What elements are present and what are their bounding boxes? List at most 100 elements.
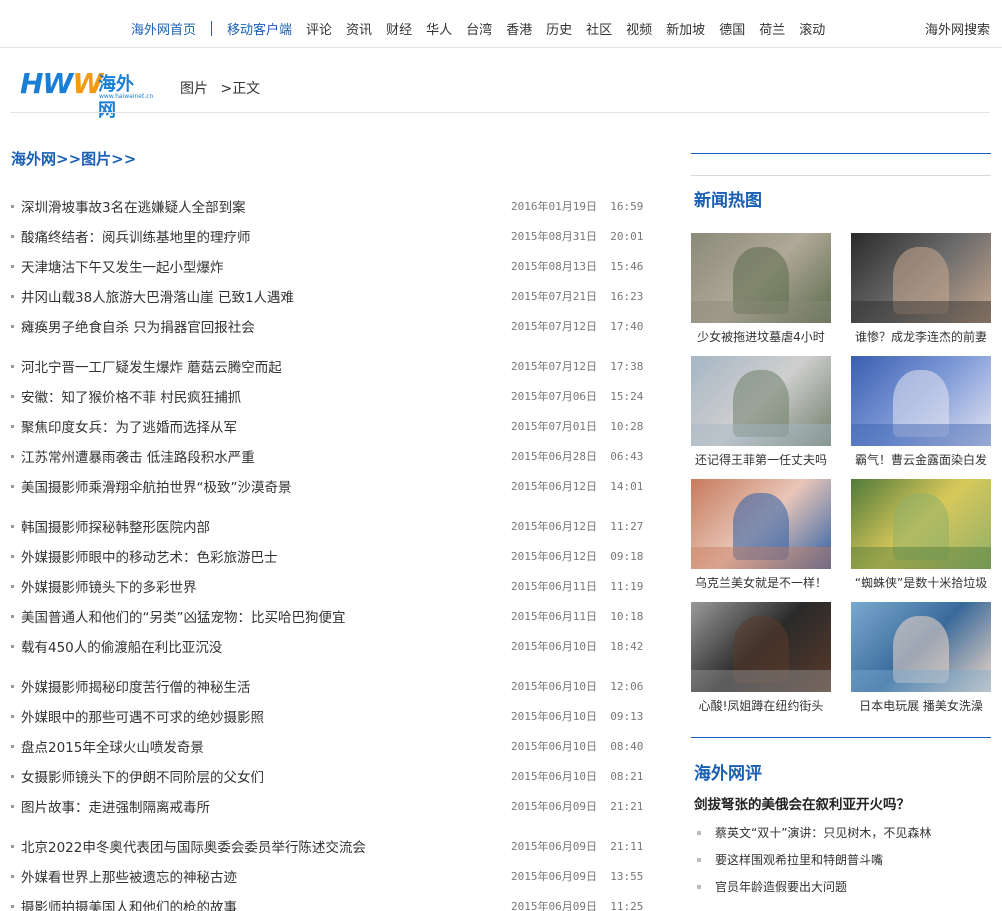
article-title-link[interactable]: 盘点2015年全球火山喷发奇景 [21, 736, 204, 756]
nav-item-singapore[interactable]: 新加坡 [666, 19, 705, 38]
image-shape [691, 300, 831, 323]
article-title-link[interactable]: 美国普通人和他们的“另类”凶猛宠物：比买哈巴狗便宜 [21, 606, 346, 626]
breadcrumb-pictures-link[interactable]: 图片 [180, 81, 208, 97]
article-row: 女摄影师镜头下的伊朗不同阶层的父女们 2015年06月10日 08:21 [11, 761, 644, 791]
bullet-icon [11, 324, 14, 328]
comment-item[interactable]: 蔡英文“双十”演讲：只见树木，不见森林 [697, 819, 987, 846]
logo-bar: HWW 海外网 www.haiwainet.cn 图片 >正文 [0, 49, 1002, 122]
hot-pic-image [691, 356, 831, 446]
site-search-link[interactable]: 海外网搜索 [925, 19, 990, 38]
article-date: 2015年08月31日 20:01 [511, 230, 644, 243]
nav-item-history[interactable]: 历史 [546, 19, 572, 38]
hot-pic-image [691, 479, 831, 569]
hot-pic-item[interactable]: 心酸!凤姐蹲在纽约街头 [691, 602, 831, 725]
article-date: 2015年06月09日 11:25 [511, 900, 644, 911]
article-title-link[interactable]: 女摄影师镜头下的伊朗不同阶层的父女们 [21, 766, 264, 786]
article-title-link[interactable]: 外媒摄影师揭秘印度苦行僧的神秘生活 [21, 676, 251, 696]
article-title-link[interactable]: 井冈山载38人旅游大巴滑落山崖 已致1人遇难 [21, 286, 294, 306]
article-title-link[interactable]: 摄影师拍摄美国人和他们的枪的故事 [21, 896, 237, 911]
nav-item-news[interactable]: 资讯 [346, 19, 372, 38]
article-list: 深圳滑坡事故3名在逃嫌疑人全部到案 2016年01月19日 16:59 酸痛终结者：… [11, 191, 644, 911]
hot-pic-caption: 乌克兰美女就是不一样！ [694, 576, 827, 590]
article-group: 外媒摄影师揭秘印度苦行僧的神秘生活 2015年06月10日 12:06 外媒眼中的那… [11, 671, 644, 821]
article-group: 北京2022申冬奥代表团与国际奥委会委员举行陈述交流会 2015年06月09日 2… [11, 831, 644, 911]
article-title-link[interactable]: 聚焦印度女兵：为了逃婚而选择从军 [21, 416, 237, 436]
bullet-icon [11, 424, 14, 428]
bullet-icon [11, 524, 14, 528]
bullet-icon [11, 264, 14, 268]
article-title-link[interactable]: 天津塘沽下午又发生一起小型爆炸 [21, 256, 224, 276]
comment-item[interactable]: 官员年龄造假要出大问题 [697, 873, 987, 900]
hot-pic-item[interactable]: 还记得王菲第一任丈夫吗 [691, 356, 831, 479]
nav-item-video[interactable]: 视频 [626, 19, 652, 38]
article-title-link[interactable]: 图片故事：走进强制隔离戒毒所 [21, 796, 210, 816]
comment-item[interactable]: 要这样围观希拉里和特朗普斗嘴 [697, 846, 987, 873]
section-pictures-link[interactable]: 图片 [81, 150, 111, 168]
bullet-icon [11, 554, 14, 558]
comment-top-rule [691, 737, 991, 738]
top-nav-items: 海外网首页 移动客户端 评论 资讯 财经 华人 台湾 香港 历史 社区 视频 新… [124, 19, 832, 38]
article-row: 聚焦印度女兵：为了逃婚而选择从军 2015年07月01日 10:28 [11, 411, 644, 441]
nav-item-finance[interactable]: 财经 [386, 19, 412, 38]
bullet-icon [11, 644, 14, 648]
bullet-icon [697, 857, 701, 862]
article-title-link[interactable]: 瘫痪男子绝食自杀 只为捐器官回报社会 [21, 316, 255, 336]
nav-item-netherlands[interactable]: 荷兰 [759, 19, 785, 38]
article-date: 2015年06月11日 10:18 [511, 610, 644, 623]
hot-pic-item[interactable]: 霸气！曹云金露面染白发 [851, 356, 991, 479]
comment-item-text: 蔡英文“双十”演讲：只见树木，不见森林 [715, 826, 932, 840]
comment-list: 蔡英文“双十”演讲：只见树木，不见森林 要这样围观希拉里和特朗普斗嘴 官员年龄造… [697, 819, 987, 900]
hot-pic-item[interactable]: 乌克兰美女就是不一样！ [691, 479, 831, 602]
article-row: 北京2022申冬奥代表团与国际奥委会委员举行陈述交流会 2015年06月09日 2… [11, 831, 643, 861]
article-row: 美国普通人和他们的“另类”凶猛宠物：比买哈巴狗便宜 2015年06月11日 10:… [11, 601, 644, 631]
article-title-link[interactable]: 外媒摄影师眼中的移动艺术：色彩旅游巴士 [21, 546, 278, 566]
hot-pic-item[interactable]: “蜘蛛侠”是数十米拾垃圾 [851, 479, 991, 602]
nav-item-comment[interactable]: 评论 [306, 19, 332, 38]
nav-item-community[interactable]: 社区 [586, 19, 612, 38]
article-row: 盘点2015年全球火山喷发奇景 2015年06月10日 08:40 [11, 731, 644, 761]
article-title-link[interactable]: 外媒看世界上那些被遗忘的神秘古迹 [21, 866, 237, 886]
article-title-link[interactable]: 韩国摄影师探秘韩整形医院内部 [21, 516, 210, 536]
nav-mobile-link[interactable]: 移动客户端 [227, 19, 292, 38]
nav-item-germany[interactable]: 德国 [719, 19, 745, 38]
article-date: 2015年06月10日 08:40 [511, 740, 644, 753]
article-title-link[interactable]: 安徽：知了猴价格不菲 村民疯狂捕抓 [21, 386, 241, 406]
article-title-link[interactable]: 外媒眼中的那些可遇不可求的绝妙摄影照 [21, 706, 264, 726]
hot-pic-item[interactable]: 谁惨？成龙李连杰的前妻 [851, 233, 991, 356]
article-title-link[interactable]: 载有450人的偷渡船在利比亚沉没 [21, 636, 222, 656]
article-title-link[interactable]: 美国摄影师乘滑翔伞航拍世界“极致”沙漠奇景 [21, 476, 292, 496]
article-title-link[interactable]: 酸痛终结者：阅兵训练基地里的理疗师 [21, 226, 251, 246]
bullet-icon [11, 454, 14, 458]
section-separator: >> [111, 150, 137, 168]
article-date: 2015年06月12日 11:27 [511, 520, 644, 533]
bullet-icon [11, 904, 14, 908]
nav-item-chinese[interactable]: 华人 [426, 19, 452, 38]
article-date: 2015年06月10日 09:13 [511, 710, 644, 723]
article-date: 2015年07月01日 10:28 [511, 420, 644, 433]
site-logo[interactable]: HWW 海外网 www.haiwainet.cn [20, 69, 154, 122]
nav-item-hongkong[interactable]: 香港 [506, 19, 532, 38]
top-nav: 海外网首页 移动客户端 评论 资讯 财经 华人 台湾 香港 历史 社区 视频 新… [0, 0, 1002, 48]
nav-home-link[interactable]: 海外网首页 [131, 19, 196, 38]
logo-url: www.haiwainet.cn [99, 93, 154, 100]
article-title-link[interactable]: 外媒摄影师镜头下的多彩世界 [21, 576, 197, 596]
article-date: 2015年06月28日 06:43 [511, 450, 644, 463]
article-title-link[interactable]: 江苏常州遭暴雨袭击 低洼路段积水严重 [21, 446, 255, 466]
article-title-link[interactable]: 深圳滑坡事故3名在逃嫌疑人全部到案 [21, 196, 246, 216]
hot-pic-item[interactable]: 少女被拖进坟墓虐4小时 [691, 233, 831, 356]
nav-item-taiwan[interactable]: 台湾 [466, 19, 492, 38]
article-date: 2015年06月09日 13:55 [511, 870, 644, 883]
bullet-icon [697, 884, 701, 889]
article-title-link[interactable]: 河北宁晋一工厂疑发生爆炸 蘑菇云腾空而起 [21, 356, 282, 376]
hot-pic-item[interactable]: 日本电玩展 播美女洗澡 [851, 602, 991, 725]
article-row: 韩国摄影师探秘韩整形医院内部 2015年06月12日 11:27 [11, 511, 644, 541]
article-date: 2015年06月10日 08:21 [511, 770, 644, 783]
hot-pic-image [691, 233, 831, 323]
article-title-link[interactable]: 北京2022申冬奥代表团与国际奥委会委员举行陈述交流会 [21, 836, 366, 856]
article-row: 天津塘沽下午又发生一起小型爆炸 2015年08月13日 15:46 [11, 251, 643, 281]
section-home-link[interactable]: 海外网 [11, 150, 56, 168]
nav-item-scroll[interactable]: 滚动 [799, 19, 825, 38]
comment-headline-link[interactable]: 剑拔弩张的美俄会在叙利亚开火吗？ [694, 793, 910, 813]
image-shape [691, 423, 831, 446]
article-group: 河北宁晋一工厂疑发生爆炸 蘑菇云腾空而起 2015年07月12日 17:38 安徽：… [11, 351, 644, 501]
